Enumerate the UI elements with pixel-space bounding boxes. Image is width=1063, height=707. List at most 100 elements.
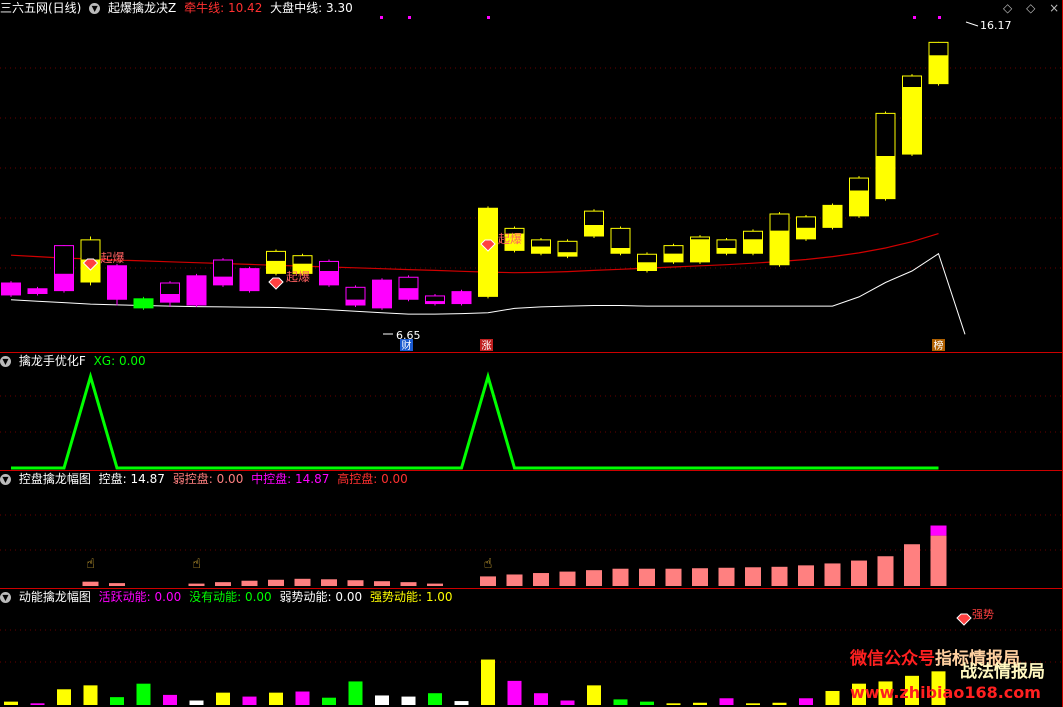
kongpan-bar	[533, 573, 549, 586]
momentum-bar	[348, 681, 363, 705]
watermark-url: www.zhibiao168.com	[850, 683, 1041, 702]
candle	[875, 111, 896, 201]
candle	[107, 263, 127, 306]
xg-label: XG:	[93, 354, 116, 368]
kongpan-bar	[559, 571, 576, 586]
kongpan-panel-header: ▼ 控盘擒龙幅图 控盘: 14.87 弱控盘: 0.00 中控盘: 14.87 …	[0, 471, 412, 487]
watermark-line2: 战法情报局	[960, 662, 1045, 682]
candle-body	[425, 301, 445, 305]
chevron-down-icon[interactable]: ▼	[0, 592, 11, 603]
qibao-label: 起爆	[101, 251, 125, 265]
value-2: 0.00	[216, 472, 244, 486]
momentum-bar	[719, 698, 734, 705]
candle	[610, 226, 631, 256]
momentum-bar	[163, 694, 177, 705]
candle-body	[133, 298, 154, 309]
candle-body-hollow	[769, 213, 790, 232]
candle-body-hollow	[319, 260, 339, 272]
kongpan-bar	[824, 563, 841, 586]
value-2: 0.00	[244, 590, 272, 604]
value-4: 1.00	[425, 590, 453, 604]
badge-cai: 财	[402, 339, 412, 352]
candle-body-hollow	[584, 210, 604, 226]
candle-body	[849, 190, 869, 217]
kongpan-bar	[347, 580, 364, 586]
indicator-name[interactable]: 动能擒龙幅图	[19, 590, 91, 604]
candle-body	[584, 225, 604, 237]
candle-body-hollow	[557, 240, 578, 254]
close-icon[interactable]: ×	[1049, 1, 1059, 15]
candle	[796, 214, 816, 241]
diamond-up-icon[interactable]: ◇	[1003, 1, 1012, 15]
chevron-down-icon[interactable]: ▼	[89, 3, 101, 14]
momentum-bar	[587, 685, 601, 705]
dongneng-panel-header: ▼ 动能擒龙幅图 活跃动能: 0.00 没有动能: 0.00 弱势动能: 0.0…	[0, 589, 457, 605]
momentum-bar	[136, 683, 151, 705]
momentum-bar	[375, 695, 389, 705]
kongpan-bar	[374, 581, 390, 586]
value-1: 0.00	[154, 590, 182, 604]
candle	[425, 294, 445, 306]
signal-dot	[408, 16, 411, 19]
candle-body-hollow	[743, 230, 763, 241]
kongpan-bar	[506, 574, 523, 586]
window-controls: ◇ ◇ ×	[1003, 0, 1059, 16]
diamond-down-icon[interactable]: ◇	[1026, 1, 1035, 15]
candle-body	[875, 156, 896, 200]
qiangshi-label: 强势	[972, 608, 994, 621]
label-b: 大盘中线:	[270, 1, 323, 15]
kongpan-bar	[480, 576, 496, 586]
indicator-name[interactable]: 起爆擒龙决Z	[108, 1, 176, 15]
momentum-bar	[799, 698, 813, 705]
kongpan-bar	[639, 568, 655, 586]
kongpan-bar	[188, 583, 205, 586]
kongpan-bar	[877, 556, 894, 586]
badge-bang: 榜	[934, 339, 944, 352]
momentum-bar	[666, 703, 681, 705]
momentum-bar	[216, 692, 230, 705]
momentum-bar	[30, 703, 45, 705]
chevron-down-icon[interactable]: ▼	[0, 356, 11, 367]
kongpan-bar	[109, 583, 125, 586]
kongpan-bar	[294, 578, 311, 586]
label-2: 弱控盘:	[172, 472, 213, 486]
candle-body	[822, 204, 843, 228]
candle	[557, 239, 578, 259]
signal-dot	[487, 16, 490, 19]
candle	[54, 245, 74, 293]
kongpan-bar	[612, 568, 629, 586]
chevron-down-icon[interactable]: ▼	[0, 474, 11, 485]
momentum-bar	[189, 700, 204, 705]
kongpan-bar	[771, 566, 788, 586]
kongpan-bar	[321, 579, 337, 586]
ruby-icon	[268, 277, 284, 290]
candle-body-hollow	[610, 227, 631, 249]
candle	[663, 243, 684, 264]
signal-dot	[380, 16, 383, 19]
qibao-label: 起爆	[286, 270, 310, 284]
candle-body	[54, 273, 74, 292]
candle	[716, 237, 737, 256]
candle-body	[451, 291, 472, 305]
candle	[849, 176, 869, 218]
label-4: 强势动能:	[369, 590, 422, 604]
candle-body-hollow	[928, 41, 949, 57]
indicator-name[interactable]: 控盘擒龙幅图	[19, 472, 91, 486]
high-price-label: 16.17	[980, 19, 1012, 32]
candle-body	[637, 262, 657, 271]
kongpan-bar	[692, 568, 708, 586]
candle-body	[319, 271, 339, 286]
window-title[interactable]: 三六五网(日线)	[0, 1, 81, 15]
candle-body-hollow	[54, 245, 74, 275]
signal-dot	[913, 16, 916, 19]
momentum-bar	[613, 699, 628, 705]
candle-body	[769, 230, 790, 266]
candle	[928, 41, 949, 86]
kongpan-bar	[268, 579, 284, 586]
candle-body	[27, 288, 48, 294]
value-3: 0.00	[335, 590, 363, 604]
label-4: 高控盘:	[337, 472, 378, 486]
candle-body-hollow	[849, 177, 869, 192]
indicator-name[interactable]: 擒龙手优化F	[19, 354, 86, 368]
label-2: 没有动能:	[189, 590, 242, 604]
